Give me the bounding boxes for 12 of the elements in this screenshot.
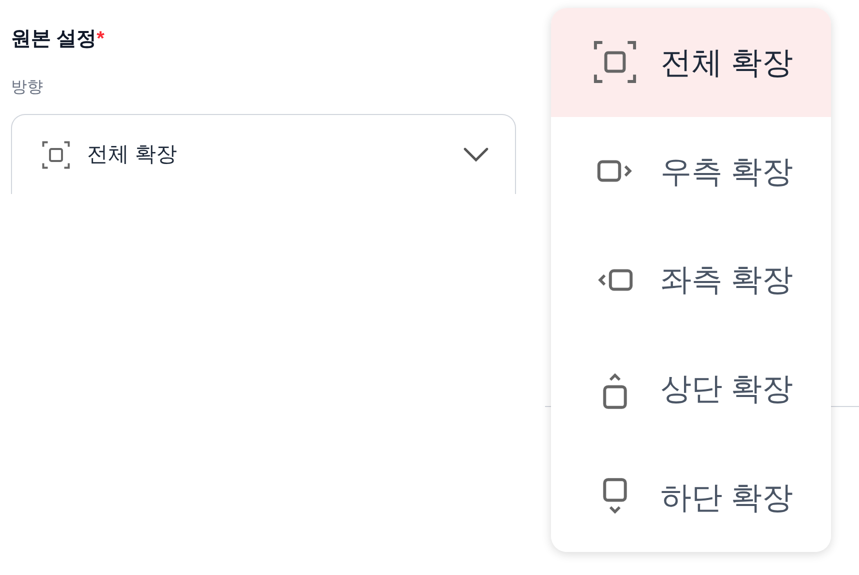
dropdown-option[interactable]: 하단 확장	[551, 443, 831, 552]
field-label: 방향	[11, 78, 43, 98]
dropdown-option[interactable]: 좌측 확장	[551, 226, 831, 334]
direction-select[interactable]: 전체 확장	[11, 114, 516, 194]
frame-corners-icon	[41, 140, 71, 170]
section-title: 원본 설정	[11, 27, 97, 52]
dropdown-option[interactable]: 우측 확장	[551, 116, 831, 226]
required-mark: *	[96, 27, 104, 52]
dropdown-option[interactable]: 전체 확장	[551, 8, 831, 117]
frame-corners-icon	[592, 39, 638, 86]
dropdown-option[interactable]: 상단 확장	[551, 334, 831, 444]
chevron-down-icon	[463, 146, 489, 162]
